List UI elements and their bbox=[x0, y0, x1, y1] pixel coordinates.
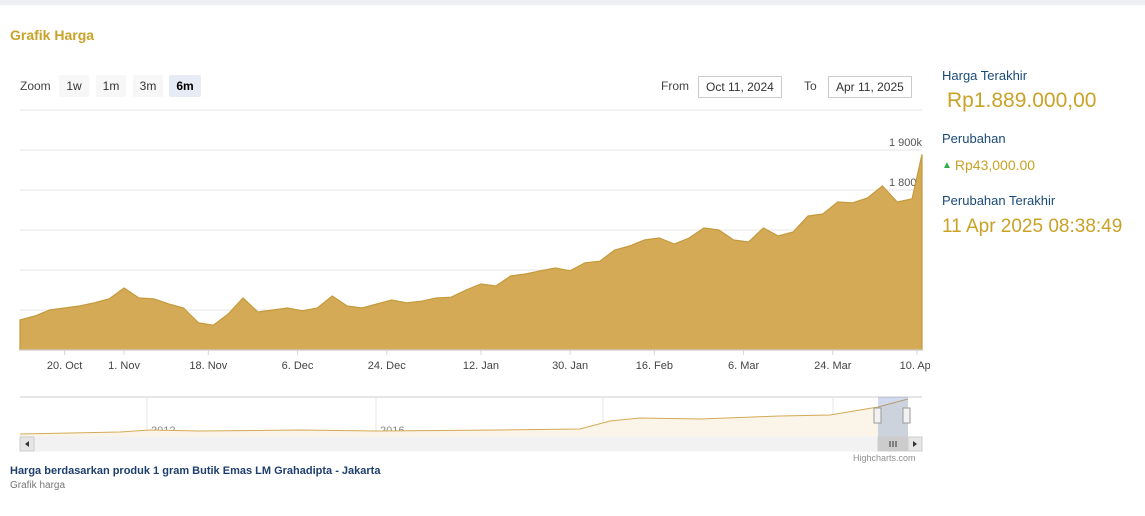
price-area-series bbox=[19, 154, 923, 351]
from-date-input[interactable]: Oct 11, 2024 bbox=[698, 76, 782, 98]
y-tick-label: 1 900k bbox=[889, 137, 923, 149]
x-tick-label: 1. Nov bbox=[108, 360, 140, 372]
top-bar bbox=[0, 0, 1145, 5]
up-arrow-icon: ▲ bbox=[942, 160, 952, 171]
zoom-label: Zoom bbox=[20, 79, 51, 93]
price-chart: 1 400k1 500k1 600k1 700k1 800k1 900k20. … bbox=[19, 109, 930, 452]
to-date-input[interactable]: Apr 11, 2025 bbox=[828, 76, 912, 98]
last-update-label: Perubahan Terakhir bbox=[942, 193, 1056, 208]
zoom-button-3m[interactable]: 3m bbox=[133, 75, 163, 97]
change-label: Perubahan bbox=[942, 131, 1006, 146]
change-value: Rp43,000.00 bbox=[954, 157, 1036, 173]
last-price-value: Rp1.889.000,00 bbox=[947, 89, 1097, 112]
to-label: To bbox=[804, 79, 817, 93]
x-tick-label: 12. Jan bbox=[463, 360, 499, 372]
navigator: 2012201620202024 bbox=[19, 396, 923, 452]
highcharts-credits[interactable]: Highcharts.com bbox=[853, 453, 916, 463]
x-tick-label: 24. Mar bbox=[814, 360, 852, 372]
navigator-handle[interactable] bbox=[902, 407, 911, 424]
last-price-label: Harga Terakhir bbox=[942, 68, 1028, 83]
last-update-value: 11 Apr 2025 08:38:49 bbox=[942, 216, 1123, 237]
x-tick-label: 24. Dec bbox=[368, 360, 406, 372]
change-value-row: ▲ Rp43,000.00 bbox=[942, 157, 1035, 173]
x-tick-label: 16. Feb bbox=[636, 360, 673, 372]
x-tick-label: 6. Mar bbox=[728, 360, 760, 372]
x-tick-label: 10. Apr bbox=[900, 360, 930, 372]
navigator-handle[interactable] bbox=[873, 407, 882, 424]
zoom-button-1w[interactable]: 1w bbox=[59, 75, 89, 97]
chart-subcaption: Grafik harga bbox=[10, 480, 66, 491]
x-tick-label: 30. Jan bbox=[552, 360, 588, 372]
scrollbar-track bbox=[19, 436, 923, 452]
navigator-scrollbar bbox=[19, 436, 923, 452]
chart-caption: Harga berdasarkan produk 1 gram Butik Em… bbox=[10, 465, 381, 477]
zoom-button-6m[interactable]: 6m bbox=[169, 75, 201, 97]
page-title: Grafik Harga bbox=[10, 27, 95, 43]
from-label: From bbox=[661, 79, 689, 93]
x-tick-label: 6. Dec bbox=[282, 360, 314, 372]
x-tick-label: 20. Oct bbox=[47, 360, 82, 372]
x-tick-label: 18. Nov bbox=[189, 360, 227, 372]
navigator-area bbox=[20, 399, 908, 437]
zoom-button-1m[interactable]: 1m bbox=[96, 75, 126, 97]
